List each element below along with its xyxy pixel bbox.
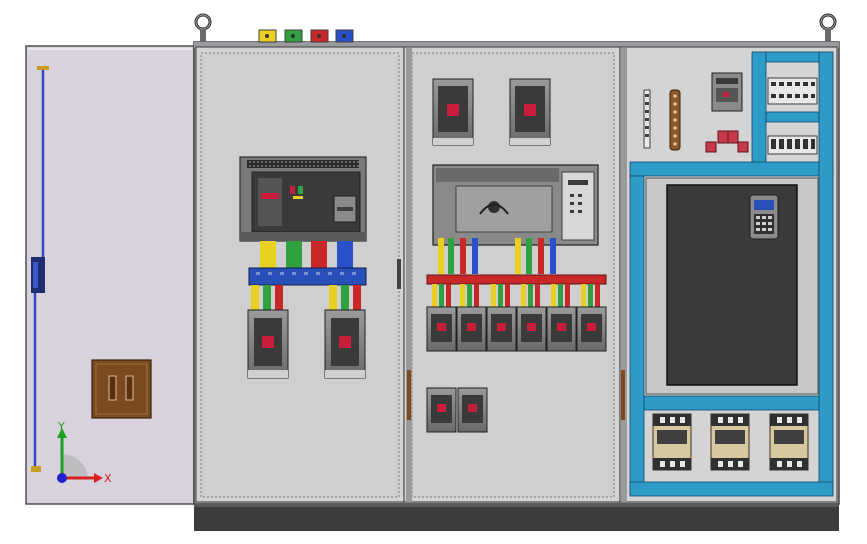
- mcb-spare-1: [426, 387, 457, 433]
- door-lock-icon: [91, 359, 152, 419]
- mccb-outgoing-2: [324, 309, 366, 379]
- mcb-5: [546, 306, 577, 352]
- terminal-strip: [643, 89, 651, 149]
- mccb-feeder-2: [509, 78, 551, 146]
- vfd-keypad: [749, 194, 779, 240]
- mcb-2: [456, 306, 487, 352]
- mcb-spare-2: [457, 387, 488, 433]
- section-distribution: [403, 46, 621, 503]
- lifting-eye-icon: [819, 13, 837, 42]
- contactor-3: [769, 413, 809, 471]
- air-circuit-breaker: [239, 156, 367, 242]
- terminal-blocks-lower: [767, 135, 818, 155]
- top-cable-glands: [258, 29, 354, 43]
- mcb-1: [426, 306, 457, 352]
- axis-x-label: X: [104, 472, 112, 485]
- door-handle: [31, 257, 45, 293]
- vfd-drive: [645, 177, 819, 395]
- section-control: [619, 46, 838, 503]
- contactor-1: [652, 413, 692, 471]
- mcb-3: [486, 306, 517, 352]
- section-incoming: [195, 46, 405, 503]
- contactor-2: [710, 413, 750, 471]
- mcb-row: [426, 306, 607, 352]
- open-door: X Y: [25, 45, 195, 505]
- mcb-6: [576, 306, 607, 352]
- mcb-4: [516, 306, 547, 352]
- terminal-blocks-upper: [767, 77, 818, 105]
- mccb-feeder-1: [432, 78, 474, 146]
- electrical-cabinet-drawing: X Y: [25, 13, 840, 531]
- lifting-eye-icon: [194, 13, 212, 42]
- relay-module: [711, 72, 743, 112]
- axis-y-label: Y: [57, 420, 65, 433]
- transfer-switch-unit: [432, 164, 599, 246]
- ground-bar: [669, 89, 681, 151]
- mccb-outgoing-1: [247, 309, 289, 379]
- cabinet-base: [194, 504, 839, 531]
